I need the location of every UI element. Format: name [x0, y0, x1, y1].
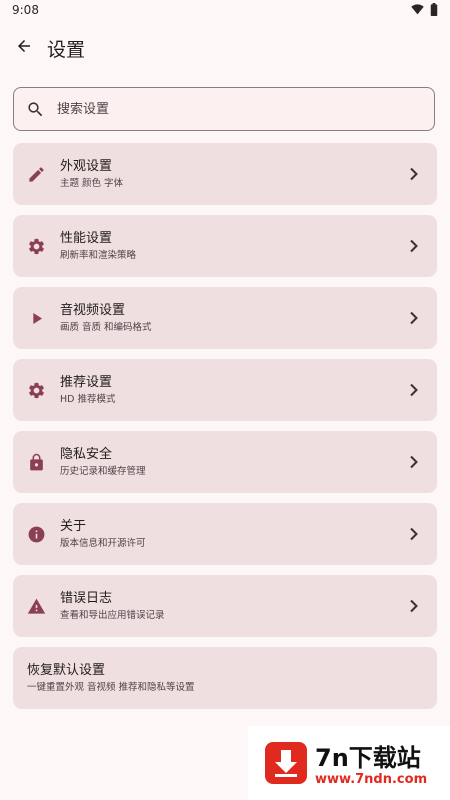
gear-icon — [26, 236, 46, 256]
settings-item-title: 隐私安全 — [60, 447, 113, 462]
app-bar: 设置 — [0, 28, 450, 68]
gear-icon — [26, 380, 46, 400]
page-title: 设置 — [47, 39, 86, 61]
settings-item-subtitle: 画质 音质 和编码格式 — [60, 322, 152, 333]
settings-item-title: 外观设置 — [60, 159, 113, 174]
chevron-right-icon — [408, 310, 420, 326]
settings-item-subtitle: 主题 颜色 字体 — [60, 178, 124, 189]
search-box[interactable] — [13, 87, 435, 131]
pencil-icon — [26, 164, 46, 184]
arrow-left-icon — [15, 37, 33, 59]
wifi-icon — [411, 4, 424, 15]
reset-text: 恢复默认设置 一键重置外观 音视频 推荐和隐私等设置 — [27, 662, 195, 695]
chevron-right-icon — [408, 382, 420, 398]
battery-icon — [430, 3, 438, 16]
chevron-right-icon — [408, 526, 420, 542]
settings-item-privacy[interactable]: 隐私安全 历史记录和缓存管理 — [13, 431, 437, 493]
settings-item-text: 音视频设置 画质 音质 和编码格式 — [60, 302, 152, 335]
settings-item-subtitle: 查看和导出应用错误记录 — [60, 610, 165, 621]
info-icon — [26, 524, 46, 544]
play-icon — [26, 308, 46, 328]
status-icons — [411, 3, 438, 16]
settings-item-text: 隐私安全 历史记录和缓存管理 — [60, 446, 146, 479]
settings-item-recommend[interactable]: 推荐设置 HD 推荐模式 — [13, 359, 437, 421]
settings-item-performance[interactable]: 性能设置 刷新率和渲染策略 — [13, 215, 437, 277]
settings-item-subtitle: 版本信息和开源许可 — [60, 538, 146, 549]
chevron-right-icon — [408, 166, 420, 182]
chevron-right-icon — [408, 598, 420, 614]
settings-item-subtitle: 刷新率和渲染策略 — [60, 250, 137, 261]
status-bar: 9:08 — [0, 0, 450, 22]
settings-item-subtitle: HD 推荐模式 — [60, 394, 116, 405]
settings-item-title: 推荐设置 — [60, 375, 113, 390]
settings-item-title: 关于 — [60, 519, 87, 534]
settings-list: 外观设置 主题 颜色 字体 性能设置 刷新率和渲染策略 音视频设置 画质 音质 … — [13, 143, 437, 719]
settings-item-title: 错误日志 — [60, 591, 113, 606]
settings-item-error-log[interactable]: 错误日志 查看和导出应用错误记录 — [13, 575, 437, 637]
settings-item-text: 关于 版本信息和开源许可 — [60, 518, 146, 551]
settings-item-text: 错误日志 查看和导出应用错误记录 — [60, 590, 165, 623]
settings-item-text: 推荐设置 HD 推荐模式 — [60, 374, 115, 407]
chevron-right-icon — [408, 454, 420, 470]
download-arrow-icon — [265, 742, 307, 784]
settings-item-text: 性能设置 刷新率和渲染策略 — [60, 230, 136, 263]
watermark-url: www.7ndn.com — [315, 772, 428, 787]
reset-defaults-button[interactable]: 恢复默认设置 一键重置外观 音视频 推荐和隐私等设置 — [13, 647, 437, 709]
reset-subtitle: 一键重置外观 音视频 推荐和隐私等设置 — [27, 682, 195, 693]
settings-item-title: 音视频设置 — [60, 303, 126, 318]
back-button[interactable] — [12, 36, 36, 60]
settings-item-text: 外观设置 主题 颜色 字体 — [60, 158, 123, 191]
watermark: 7n下载站 www.7ndn.com — [248, 726, 450, 800]
settings-item-title: 性能设置 — [60, 231, 113, 246]
watermark-title: 7n下载站 — [315, 744, 421, 772]
lock-icon — [26, 452, 46, 472]
settings-item-audio-video[interactable]: 音视频设置 画质 音质 和编码格式 — [13, 287, 437, 349]
search-input[interactable] — [57, 101, 397, 117]
settings-item-subtitle: 历史记录和缓存管理 — [60, 466, 146, 477]
settings-item-about[interactable]: 关于 版本信息和开源许可 — [13, 503, 437, 565]
status-time: 9:08 — [12, 3, 39, 17]
settings-item-appearance[interactable]: 外观设置 主题 颜色 字体 — [13, 143, 437, 205]
warning-icon — [26, 596, 46, 616]
chevron-right-icon — [408, 238, 420, 254]
search-icon — [25, 99, 45, 119]
reset-title: 恢复默认设置 — [27, 663, 106, 678]
